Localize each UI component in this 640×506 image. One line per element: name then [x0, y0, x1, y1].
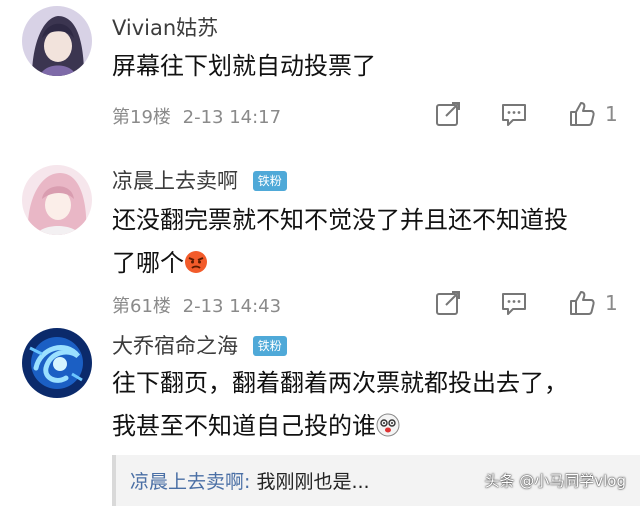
thumbs-up-icon[interactable] — [568, 100, 596, 128]
avatar-anime-pink-hair-icon — [22, 165, 92, 235]
content-line-with-emoji: 了哪个 — [112, 242, 622, 285]
comment-actions: 1 — [430, 100, 630, 130]
reply-author[interactable]: 凉晨上去卖啊: — [130, 471, 250, 493]
content-line-with-emoji: 我甚至不知道自己投的谁 — [112, 405, 622, 448]
comment-icon[interactable] — [500, 289, 528, 317]
comment-icon[interactable] — [500, 100, 528, 128]
comment-item: Vivian姑苏 屏幕往下划就自动投票了 第19楼 2-13 14:17 1 — [0, 0, 640, 140]
reply-divider — [112, 455, 116, 506]
avatar[interactable] — [22, 165, 92, 235]
reply-body: 我刚刚也是... — [250, 471, 370, 493]
angry-face-emoji-icon — [184, 245, 208, 273]
avatar[interactable] — [22, 6, 92, 76]
share-icon[interactable] — [434, 289, 462, 317]
floor-number: 第61楼 — [112, 296, 171, 317]
avatar-blue-swirl-icon — [22, 328, 92, 398]
content-line: 我甚至不知道自己投的谁 — [112, 412, 376, 440]
floor-number: 第19楼 — [112, 107, 171, 128]
username-text: Vivian姑苏 — [112, 16, 219, 40]
username[interactable]: 凉晨上去卖啊 铁粉 — [112, 165, 287, 195]
comment-content: 往下翻页，翻着翻着两次票就都投出去了， 我甚至不知道自己投的谁 — [112, 362, 622, 448]
username[interactable]: Vivian姑苏 — [112, 12, 218, 42]
fan-badge: 铁粉 — [252, 335, 287, 356]
share-icon[interactable] — [434, 100, 462, 128]
comment-meta: 第19楼 2-13 14:17 — [112, 103, 281, 129]
avatar[interactable] — [22, 328, 92, 398]
comment-content: 屏幕往下划就自动投票了 — [112, 45, 622, 88]
content-line: 还没翻完票就不知不觉没了并且还不知道投 — [112, 206, 568, 234]
username[interactable]: 大乔宿命之海 铁粉 — [112, 330, 287, 360]
comment-meta: 第61楼 2-13 14:43 — [112, 292, 281, 318]
username-text: 大乔宿命之海 — [112, 334, 238, 358]
like-count: 1 — [605, 291, 618, 315]
username-text: 凉晨上去卖啊 — [112, 169, 238, 193]
timestamp: 2-13 14:17 — [182, 107, 282, 128]
comment-actions: 1 — [430, 289, 630, 319]
comment-item: 凉晨上去卖啊 铁粉 还没翻完票就不知不觉没了并且还不知道投 了哪个 第61楼 2… — [0, 145, 640, 318]
thumbs-up-icon[interactable] — [568, 289, 596, 317]
like-count: 1 — [605, 102, 618, 126]
watermark: 头条 @小马同学vlog — [484, 472, 626, 490]
fan-badge: 铁粉 — [252, 170, 287, 191]
avatar-anime-purple-hair-icon — [22, 6, 92, 76]
reply-text: 凉晨上去卖啊: 我刚刚也是... — [130, 467, 370, 494]
content-line: 了哪个 — [112, 249, 184, 277]
content-line: 往下翻页，翻着翻着两次票就都投出去了， — [112, 369, 568, 397]
timestamp: 2-13 14:43 — [182, 296, 282, 317]
comment-content: 还没翻完票就不知不觉没了并且还不知道投 了哪个 — [112, 199, 622, 285]
dizzy-face-emoji-icon — [376, 408, 400, 437]
content-line: 屏幕往下划就自动投票了 — [112, 52, 376, 80]
